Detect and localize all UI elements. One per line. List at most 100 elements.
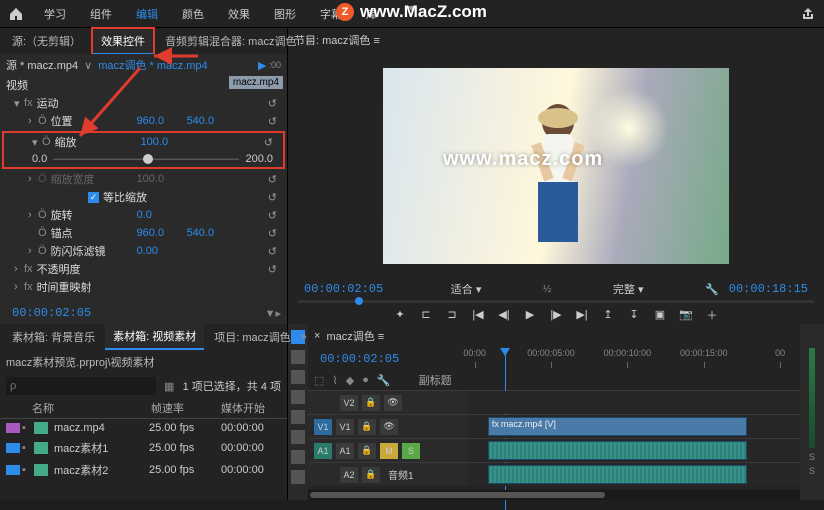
timeline-timecode[interactable]: 00:00:02:05: [314, 350, 405, 368]
wrench-icon[interactable]: 🔧: [705, 283, 719, 296]
track-lock[interactable]: 🔒: [358, 443, 376, 459]
extract-button[interactable]: ↧: [627, 308, 641, 322]
solo-button[interactable]: S: [402, 443, 420, 459]
reset-icon[interactable]: ↺: [268, 227, 277, 240]
zoom-dropdown[interactable]: 完整: [613, 284, 635, 296]
tab-audio-mixer[interactable]: 音频剪辑混合器: macz调色: [157, 29, 304, 53]
bin-icon[interactable]: ▦: [164, 380, 174, 393]
track-lock[interactable]: 🔒: [362, 395, 380, 411]
rotation-value[interactable]: 0.0: [137, 209, 187, 221]
fx-motion[interactable]: ▾fx运动↺: [0, 94, 287, 112]
tab-graphics[interactable]: 图形: [274, 6, 296, 22]
filter-icon[interactable]: ▼▸: [265, 307, 281, 320]
go-to-out-button[interactable]: ▶|: [575, 308, 589, 322]
audio-clip[interactable]: [488, 441, 747, 460]
checkbox-icon[interactable]: ✓: [88, 192, 99, 203]
share-icon[interactable]: [800, 6, 816, 22]
reset-icon[interactable]: ↺: [268, 263, 277, 276]
label-swatch[interactable]: [6, 423, 20, 433]
camera-icon[interactable]: 📷: [679, 308, 693, 322]
step-fwd-button[interactable]: |▶: [549, 308, 563, 322]
panel-more-icon[interactable]: »: [301, 331, 307, 343]
label-swatch[interactable]: [6, 465, 20, 475]
program-timecode-left[interactable]: 00:00:02:05: [298, 280, 389, 298]
asset-row[interactable]: ▪macz素材125.00 fps00:00:00: [0, 437, 287, 459]
sequence-clip-name[interactable]: macz调色 * macz.mp4: [98, 57, 207, 73]
track-toggle[interactable]: V1: [336, 419, 354, 435]
mute-button[interactable]: M: [380, 443, 398, 459]
label-swatch[interactable]: [6, 443, 20, 453]
video-preview[interactable]: www.macz.com: [383, 68, 729, 264]
ripple-tool[interactable]: [291, 370, 305, 384]
reset-icon[interactable]: ↺: [264, 136, 273, 149]
add-marker-button[interactable]: ✦: [393, 308, 407, 322]
track-toggle[interactable]: V2: [340, 395, 358, 411]
step-back-button[interactable]: ◀|: [497, 308, 511, 322]
tab-learn[interactable]: 学习: [44, 6, 66, 22]
panel-more-icon[interactable]: »: [306, 35, 312, 47]
button-editor-icon[interactable]: ＋: [705, 308, 719, 322]
wrench-icon[interactable]: 🔧: [377, 374, 391, 387]
prop-uniform-scale[interactable]: ✓等比缩放↺: [0, 188, 287, 206]
play-button[interactable]: ▶: [523, 308, 537, 322]
position-x[interactable]: 960.0: [137, 115, 187, 127]
reset-icon[interactable]: ↺: [268, 191, 277, 204]
reset-icon[interactable]: ↺: [268, 245, 277, 258]
asset-row[interactable]: ▪macz素材225.00 fps00:00:00: [0, 459, 287, 481]
razor-tool[interactable]: [291, 390, 305, 404]
position-y[interactable]: 540.0: [187, 115, 237, 127]
track-select-tool[interactable]: [291, 350, 305, 364]
fx-time-remap[interactable]: ›fx时间重映射: [0, 278, 287, 296]
track-lock[interactable]: 🔒: [358, 419, 376, 435]
playhead-marker[interactable]: ▶: [258, 59, 266, 72]
scale-value[interactable]: 100.0: [141, 136, 191, 148]
marker-icon[interactable]: ◆: [346, 374, 354, 387]
tab-sequence[interactable]: macz调色 ≡: [326, 328, 384, 344]
tab-effects[interactable]: 效果: [228, 6, 250, 22]
col-fps[interactable]: 帧速率: [151, 400, 221, 416]
scale-slider[interactable]: [53, 154, 239, 164]
source-patch-a1[interactable]: A1: [314, 443, 332, 459]
tab-bin-video[interactable]: 素材箱: 视频素材: [105, 324, 204, 350]
go-to-in-button[interactable]: |◀: [471, 308, 485, 322]
track-toggle[interactable]: A2: [340, 467, 358, 483]
tab-edit[interactable]: 编辑: [136, 6, 158, 22]
fx-opacity[interactable]: ›fx不透明度↺: [0, 260, 287, 278]
tab-bin-bgm[interactable]: 素材箱: 背景音乐: [4, 325, 103, 349]
tab-effect-controls[interactable]: 效果控件: [91, 27, 155, 55]
timeline-ruler[interactable]: 00:0000:00:05:0000:00:10:0000:00:15:0000: [468, 348, 800, 370]
type-tool[interactable]: [291, 470, 305, 484]
track-eye[interactable]: 👁: [380, 419, 398, 435]
lift-button[interactable]: ↥: [601, 308, 615, 322]
reset-icon[interactable]: ↺: [268, 173, 277, 186]
timeline-zoom-scrollbar[interactable]: [308, 490, 800, 500]
asset-row[interactable]: ▪macz.mp425.00 fps00:00:00: [0, 419, 287, 437]
program-scrubber[interactable]: [298, 300, 814, 303]
fit-dropdown[interactable]: 适合: [451, 284, 473, 296]
effect-timecode[interactable]: 00:00:02:05: [6, 304, 97, 322]
mark-out-button[interactable]: ⊐: [445, 308, 459, 322]
tab-color[interactable]: 颜色: [182, 6, 204, 22]
tab-source[interactable]: 源:（无剪辑）: [4, 29, 89, 53]
tab-project[interactable]: 项目: macz调色: [206, 325, 298, 349]
source-patch-v1[interactable]: V1: [314, 419, 332, 435]
col-name[interactable]: 名称: [32, 400, 151, 416]
reset-icon[interactable]: ↺: [268, 115, 277, 128]
settings-icon[interactable]: ●: [362, 374, 369, 386]
track-eye[interactable]: 👁: [384, 395, 402, 411]
link-icon[interactable]: ⌇: [332, 374, 337, 387]
video-clip[interactable]: fxmacz.mp4 [V]: [488, 417, 747, 436]
anchor-y[interactable]: 540.0: [187, 227, 237, 239]
antiflicker-value[interactable]: 0.00: [137, 245, 187, 257]
snap-icon[interactable]: ⬚: [314, 374, 324, 387]
export-frame-button[interactable]: ▣: [653, 308, 667, 322]
audio-clip[interactable]: [488, 465, 747, 484]
reset-icon[interactable]: ↺: [268, 97, 277, 110]
track-lock[interactable]: 🔒: [362, 467, 380, 483]
col-start[interactable]: 媒体开始: [221, 400, 281, 416]
track-toggle[interactable]: A1: [336, 443, 354, 459]
search-input[interactable]: [6, 377, 156, 395]
slip-tool[interactable]: [291, 410, 305, 424]
tab-components[interactable]: 组件: [90, 6, 112, 22]
pen-tool[interactable]: [291, 430, 305, 444]
